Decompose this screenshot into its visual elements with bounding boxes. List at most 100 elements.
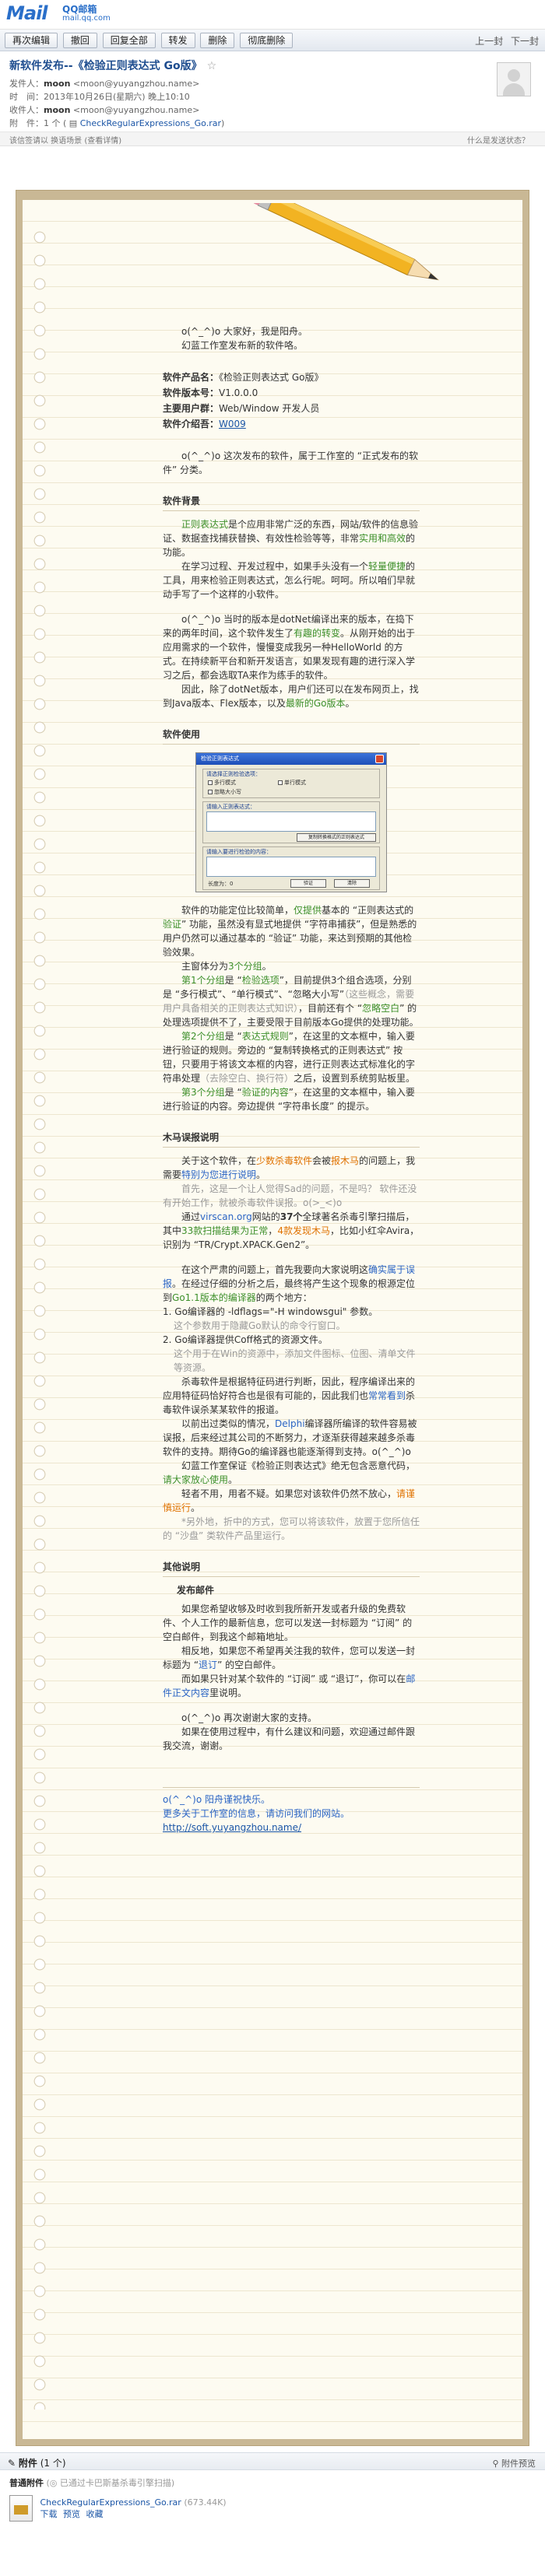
- mail-logo[interactable]: Mail: [6, 2, 48, 24]
- trojan-paragraph-1: 关于这个软件，在少数杀毒软件会被报木马的问题上，我需要特别为您进行说明。: [163, 1155, 416, 1180]
- users-row: 主要用户群：Web/Window 开发人员: [163, 403, 320, 414]
- usage-paragraph-1: 软件的功能定位比较简单，仅提供基本的 “正则表达式的验证” 功能，虽然没有显式地…: [163, 905, 417, 958]
- content-group: 请输入要进行检验的内容： 长度为：0 验证 清除: [202, 846, 380, 890]
- trojan-item-2: 2. Go编译器提供Coff格式的资源文件。: [163, 1334, 328, 1345]
- preview-all-link[interactable]: ⚲ 附件预览: [492, 2457, 536, 2469]
- trojan-item-2-note: 这个用于在Win的资源中，添加文件图标、位图、清单文件等资源。: [174, 1348, 416, 1373]
- mail-body: o(^_^)o 大家好，我是阳舟。 幻蓝工作室发布新的软件咯。 软件产品名：《检…: [0, 174, 545, 2450]
- subheading-publish-mail: 发布邮件: [177, 1585, 215, 1596]
- stationery-paper: o(^_^)o 大家好，我是阳舟。 幻蓝工作室发布新的软件咯。 软件产品名：《检…: [23, 200, 522, 2439]
- stationery-frame: o(^_^)o 大家好，我是阳舟。 幻蓝工作室发布新的软件咯。 软件产品名：《检…: [16, 190, 529, 2446]
- category-note: o(^_^)o 这次发布的软件，属于工作室的 “正式发布的软件” 分类。: [163, 450, 419, 475]
- section-title-trojan: 木马误报说明: [163, 1130, 420, 1148]
- attachments-panel: ✎ 附件 (1 个) ⚲ 附件预览 普通附件 (◎ 已通过卡巴斯基杀毒引擎扫描)…: [0, 2452, 545, 2576]
- rar-file-icon: [9, 2495, 33, 2522]
- greeting: o(^_^)o 大家好，我是阳舟。: [181, 326, 308, 337]
- attachment-icon: ▤: [66, 118, 80, 128]
- pencil-icon: [252, 203, 440, 281]
- delete-permanently-button[interactable]: 彻底删除: [240, 33, 294, 48]
- options-group: 请选择正则检验选项： 多行模式 单行模式 忽略大小写: [202, 769, 380, 798]
- section-title-other: 其他说明: [163, 1560, 420, 1577]
- sender-name[interactable]: moon: [44, 79, 70, 89]
- other-paragraph-3: 而如果只针对某个软件的 “订阅” 或 “退订”，你可以在邮件正文内容里说明。: [163, 1674, 416, 1698]
- edit-again-button[interactable]: 再次编辑: [5, 33, 58, 48]
- prev-mail-link[interactable]: 上一封: [475, 36, 503, 47]
- search-icon: ⚲: [492, 2459, 501, 2469]
- section-title-usage: 软件使用: [163, 727, 420, 745]
- attachment-file-name[interactable]: CheckRegularExpressions_Go.rar: [40, 2497, 181, 2508]
- checkbox-icon: [208, 790, 213, 794]
- regex-textarea: [206, 811, 376, 832]
- other-paragraph-2: 相反地，如果您不希望再关注我的软件，您可以发送一封标题为 “退订” 的空白邮件。: [163, 1645, 416, 1670]
- other-paragraph-4: o(^_^)o 再次谢谢大家的支持。: [181, 1712, 317, 1723]
- avatar[interactable]: [497, 62, 531, 96]
- software-screenshot: 检验正则表达式 请选择正则检验选项： 多行模式 单行模式 忽略大小写 请输入正则…: [195, 752, 387, 892]
- usage-paragraph-5: 第3个分组是 “验证的内容”，在这里的文本框中，输入要进行验证的内容。旁边提供 …: [163, 1087, 415, 1112]
- paperclip-icon: ✎: [8, 2458, 16, 2469]
- trojan-paragraph-5: 杀毒软件是根据特征码进行判断，因此，程序编译出来的应用特征码恰好符合也是很有可能…: [163, 1376, 416, 1415]
- trojan-paragraph-6: 以前出过类似的情况，Delphi编译器所编译的软件容易被误报，后来经过其公司的不…: [163, 1418, 417, 1457]
- forward-button[interactable]: 转发: [160, 33, 195, 48]
- attachment-item: CheckRegularExpressions_Go.rar (673.44K)…: [9, 2489, 536, 2522]
- mail-nav: 上一封 下一封: [470, 34, 539, 47]
- intro-no-row: 软件介绍吾：W009: [163, 419, 246, 429]
- usage-paragraph-2: 主窗体分为3个分组。: [181, 961, 272, 972]
- checkbox-icon: [208, 780, 213, 785]
- other-paragraph-5: 如果在使用过程中，有什么建议和问题，欢迎通过邮件跟我交流，谢谢。: [163, 1726, 416, 1751]
- trojan-paragraph-2: 首先，这是一个让人觉得Sad的问题，不是吗？ 软件还没有开始工作，就被杀毒软件误…: [163, 1183, 417, 1208]
- trojan-paragraph-8: 轻者不用，用者不疑。如果您对该软件仍然不放心，请谨慎运行。: [163, 1488, 416, 1513]
- attachments-body: 普通附件 (◎ 已通过卡巴斯基杀毒引擎扫描) CheckRegularExpre…: [0, 2470, 545, 2528]
- bg-paragraph-3: o(^_^)o 当时的版本是dotNet编译出来的版本，在捣下来的两年时间，这个…: [163, 614, 416, 681]
- verify-button: 验证: [290, 879, 326, 888]
- top-bar: Mail QQ邮箱 mail.qq.com: [0, 0, 545, 30]
- intro-no-link[interactable]: W009: [219, 419, 246, 429]
- download-link[interactable]: 下载: [40, 2509, 58, 2519]
- close-icon: [375, 755, 384, 763]
- website-link[interactable]: http://soft.yuyangzhou.name/: [163, 1822, 301, 1833]
- mail-meta: 发件人：moon <moon@yuyangzhou.name> 时 间：2013…: [9, 79, 225, 128]
- recipient-name[interactable]: moon: [44, 105, 70, 115]
- other-paragraph-1: 如果您希望收够及时收到我所新开发或者升级的免费软件、个人工作的最新信息，您可以发…: [163, 1603, 413, 1642]
- copy-regex-button: 复制转换格式的正则表达式: [297, 833, 376, 842]
- signature: o(^_^)o 阳舟谨祝快乐。 更多关于工作室的信息，请访问我们的网站。 htt…: [163, 1787, 420, 1835]
- recall-button[interactable]: 撤回: [62, 33, 97, 48]
- attachment-link[interactable]: CheckRegularExpressions_Go.rar: [80, 118, 221, 128]
- send-status-help-link[interactable]: 什么是发送状态？: [467, 134, 529, 145]
- bg-paragraph-4: 因此，除了dotNet版本，用户们还可以在发布网页上，找到Java版本、Flex…: [163, 684, 419, 709]
- usage-paragraph-3: 第1个分组是 “检验选项”，目前提供3个组合选项，分别是 “多行模式”、“单行模…: [163, 975, 419, 1028]
- regex-group: 请输入正则表达式： 复制转换格式的正则表达式: [202, 801, 380, 843]
- trojan-item-1-note: 这个参数用于隐藏Go默认的命令行窗口。: [174, 1320, 346, 1331]
- star-icon[interactable]: ☆: [207, 60, 217, 72]
- trojan-paragraph-9: *另外地，折中的方式，您可以将该软件，放置于您所信任的 “沙盘” 类软件产品里运…: [163, 1516, 420, 1541]
- binder-holes: [33, 231, 49, 2410]
- mail-subject: 新软件发布--《检验正则表达式 Go版》 ☆: [9, 60, 217, 72]
- bg-paragraph-1: 正则表达式是个应用非常广泛的东西，网站/软件的信息验证、数据查找捕获替换、有效性…: [163, 519, 419, 558]
- checkbox-icon: [278, 780, 283, 785]
- trojan-paragraph-3: 通过virscan.org网站的37个全球著名杀毒引擎扫描后，其中33款扫描结果…: [163, 1211, 420, 1250]
- mail-time: 2013年10月26日(星期六) 晚上10:10: [44, 92, 190, 102]
- info-bar: 该信签请以 换语场景 (查看详情) 什么是发送状态？: [0, 132, 545, 146]
- product-name-row: 软件产品名：《检验正则表达式 Go版》: [163, 372, 324, 383]
- trojan-paragraph-4: 在这个严肃的问题上，首先我要向大家说明这确实属于误报。在经过仔细的分析之后，最终…: [163, 1264, 416, 1303]
- mail-toolbar: 再次编辑 撤回 回复全部 转发 删除 彻底删除 上一封 下一封: [0, 30, 545, 51]
- trojan-item-1: 1. Go编译器的 -ldflags="-H windowsgui" 参数。: [163, 1306, 378, 1317]
- usage-paragraph-4: 第2个分组是 “表达式规则”，在这里的文本框中，输入要进行验证的规则。旁边的 “…: [163, 1031, 416, 1084]
- preview-link[interactable]: 预览: [63, 2509, 80, 2519]
- version-row: 软件版本号：V1.0.0.0: [163, 387, 258, 398]
- content-textarea: [206, 857, 376, 877]
- bg-paragraph-2: 在学习过程、开发过程中，如果手头没有一个轻量便捷的工具，用来检验正则表达式，怎么…: [163, 561, 416, 600]
- delete-button[interactable]: 删除: [200, 33, 235, 48]
- favorite-link[interactable]: 收藏: [86, 2509, 104, 2519]
- intro: 幻蓝工作室发布新的软件咯。: [181, 340, 304, 351]
- letter-content: o(^_^)o 大家好，我是阳舟。 幻蓝工作室发布新的软件咯。 软件产品名：《检…: [163, 324, 420, 1835]
- reply-all-button[interactable]: 回复全部: [102, 33, 156, 48]
- next-mail-link[interactable]: 下一封: [511, 36, 539, 47]
- screenshot-titlebar: 检验正则表达式: [196, 753, 386, 765]
- signature-line-1: o(^_^)o 阳舟谨祝快乐。: [163, 1794, 270, 1805]
- clear-button: 清除: [334, 879, 370, 888]
- attachments-header: ✎ 附件 (1 个) ⚲ 附件预览: [0, 2453, 545, 2470]
- section-title-background: 软件背景: [163, 494, 420, 511]
- trojan-paragraph-7: 幻蓝工作室保证《检验正则表达式》绝无包含恶意代码，请大家放心使用。: [163, 1460, 416, 1485]
- signature-line-2: 更多关于工作室的信息，请访问我们的网站。: [163, 1808, 350, 1819]
- mail-header: 新软件发布--《检验正则表达式 Go版》 ☆ 发件人：moon <moon@yuy…: [0, 51, 545, 132]
